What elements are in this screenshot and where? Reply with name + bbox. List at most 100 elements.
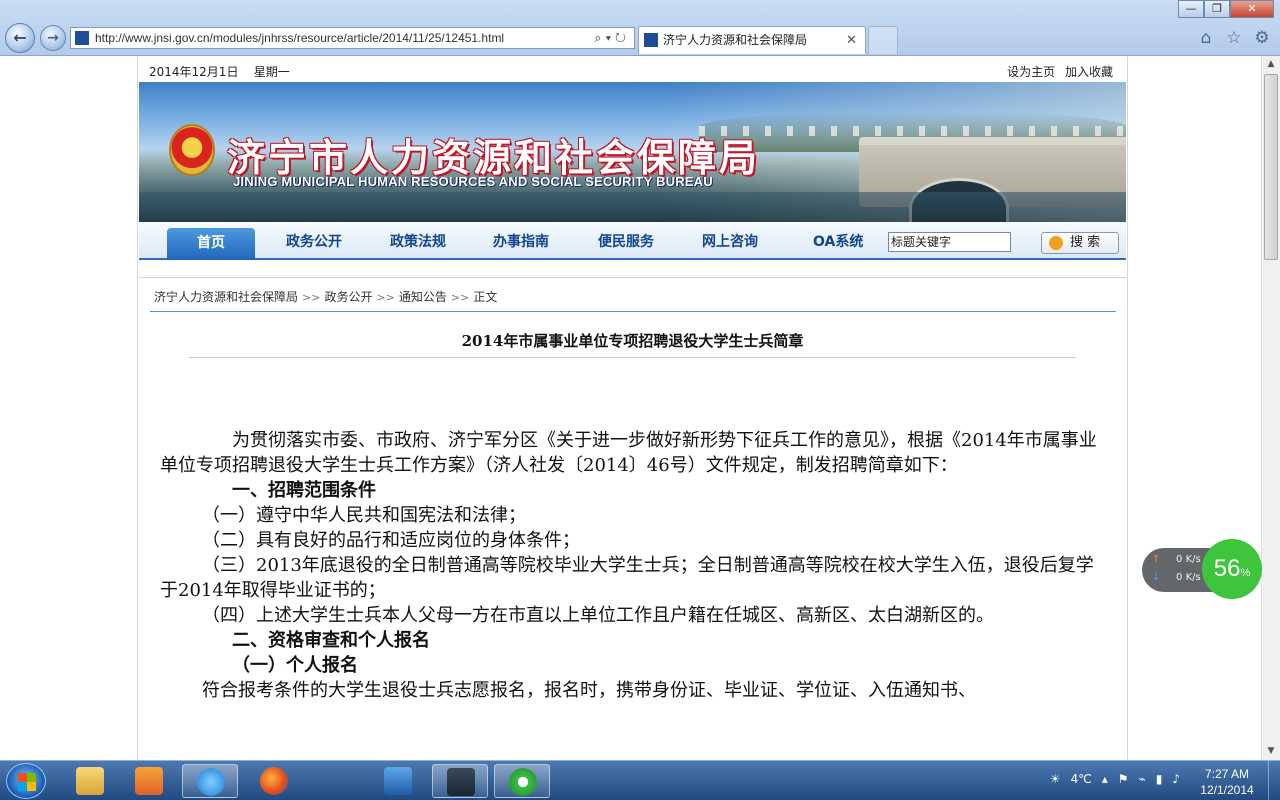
article-paragraph: 符合报考条件的大学生退役士兵志愿报名，报名时，携带身份证、毕业证、学位证、入伍通…	[202, 680, 976, 701]
restore-button[interactable]: ❐	[1204, 0, 1230, 18]
condition-item: （一）遵守中华人民共和国宪法和法律；	[202, 505, 526, 526]
taskbar-search-tool[interactable]	[370, 764, 426, 798]
article-body: 为贯彻落实市委、市政府、济宁军分区《关于进一步做好新形势下征兵工作的意见》，根据…	[160, 428, 1105, 703]
taskbar-media-player[interactable]	[121, 764, 177, 798]
percent-value: 56	[1213, 555, 1241, 582]
condition-item: （二）具有良好的品行和适应岗位的身体条件；	[202, 530, 580, 551]
home-icon[interactable]: ⌂	[1196, 28, 1216, 48]
banner-water	[139, 192, 1126, 222]
volume-icon[interactable]: ♪	[1172, 772, 1180, 786]
nav-services[interactable]: 便民服务	[598, 231, 654, 251]
condition-item: （四）上述大学生士兵本人父母一方在市直以上单位工作且户籍在任城区、高新区、太白湖…	[202, 605, 994, 626]
main-nav: 首页 政务公开 政策法规 办事指南 便民服务 网上咨询 OA系统 标题关键字 搜…	[139, 222, 1126, 260]
scroll-down-icon[interactable]: ▼	[1262, 743, 1280, 760]
set-home-link[interactable]: 设为主页	[1007, 65, 1055, 79]
play-icon	[447, 768, 475, 796]
add-favorite-link[interactable]: 加入收藏	[1065, 65, 1113, 79]
windows-logo-lower-icon	[18, 782, 36, 791]
national-emblem-icon: ★	[169, 124, 215, 176]
memory-percent-badge[interactable]: 56%	[1202, 539, 1262, 599]
search-button-label: 搜 索	[1070, 235, 1101, 250]
breadcrumb-sep: >>	[302, 291, 321, 304]
top-links: 设为主页 加入收藏	[1001, 63, 1113, 80]
site-banner: ★ 济宁市人力资源和社会保障局 JINING MUNICIPAL HUMAN R…	[139, 82, 1126, 222]
show-hidden-icons[interactable]: ▴	[1102, 772, 1108, 786]
breadcrumb-sep: >>	[450, 291, 470, 304]
breadcrumb-gov[interactable]: 政务公开	[324, 290, 372, 304]
subsection-heading: （一）个人报名	[232, 655, 358, 676]
site-container: 2014年12月1日 星期一 设为主页 加入收藏 ★ 济宁市人力资源和社会保障局…	[137, 56, 1128, 760]
close-window-button[interactable]: ✕	[1230, 0, 1274, 18]
address-bar[interactable]: http://www.jnsi.gov.cn/modules/jnhrss/re…	[70, 27, 635, 49]
download-unit: K/s	[1185, 572, 1201, 583]
forward-arrow-icon: →	[47, 30, 59, 46]
upload-unit: K/s	[1185, 554, 1201, 565]
browser-toolbar-icons: ⌂ ☆ ⚙	[1196, 28, 1272, 48]
network-signal-icon[interactable]: ▮	[1156, 772, 1163, 786]
page-viewport: 2014年12月1日 星期一 设为主页 加入收藏 ★ 济宁市人力资源和社会保障局…	[0, 56, 1261, 760]
breadcrumb-sep: >>	[376, 291, 395, 304]
minimize-button[interactable]: —	[1178, 0, 1204, 18]
download-arrow-icon: ↓	[1152, 572, 1161, 583]
vertical-scrollbar[interactable]: ▲ ▼	[1261, 56, 1280, 760]
condition-item: （三）2013年底退役的全日制普通高等院校毕业大学生士兵；全日制普通高等院校在校…	[160, 555, 1094, 601]
breadcrumb-divider	[150, 311, 1116, 312]
folder-icon	[76, 767, 104, 795]
upload-arrow-icon: ↑	[1152, 554, 1161, 565]
power-app-icon	[509, 768, 537, 796]
nav-oa[interactable]: OA系统	[813, 231, 863, 251]
tab-favicon-icon	[644, 33, 658, 47]
nav-guide[interactable]: 办事指南	[493, 231, 549, 251]
taskbar-green-app[interactable]	[494, 764, 550, 798]
breadcrumb: 济宁人力资源和社会保障局 >> 政务公开 >> 通知公告 >> 正文	[154, 288, 497, 305]
breadcrumb-home[interactable]: 济宁人力资源和社会保障局	[154, 290, 298, 304]
scroll-thumb[interactable]	[1264, 74, 1278, 260]
scroll-up-icon[interactable]: ▲	[1262, 56, 1280, 73]
taskbar-internet-explorer[interactable]	[182, 764, 238, 798]
nav-home[interactable]: 首页	[167, 228, 255, 260]
action-center-flag-icon[interactable]: ⚑	[1118, 772, 1129, 786]
clock-date: 12/1/2014	[1200, 783, 1254, 797]
date-display: 2014年12月1日 星期一	[149, 63, 290, 80]
browser-tab[interactable]: 济宁人力资源和社会保障局 ✕	[638, 26, 866, 54]
tab-title: 济宁人力资源和社会保障局	[663, 33, 808, 47]
back-arrow-icon: ←	[13, 28, 27, 47]
article-content: 济宁人力资源和社会保障局 >> 政务公开 >> 通知公告 >> 正文 2014年市属事业单位…	[139, 277, 1126, 760]
weather-temp[interactable]: 4℃	[1071, 772, 1092, 786]
weekday-text: 星期一	[253, 65, 290, 79]
site-subtitle: JINING MUNICIPAL HUMAN RESOURCES AND SOC…	[233, 174, 713, 189]
favorites-star-icon[interactable]: ☆	[1224, 28, 1244, 48]
nav-consult[interactable]: 网上咨询	[702, 231, 758, 251]
upload-value: 0	[1176, 554, 1183, 565]
back-button[interactable]: ←	[5, 23, 35, 53]
power-plug-icon[interactable]: ⌁	[1138, 772, 1145, 786]
nav-policies[interactable]: 政策法规	[390, 231, 446, 251]
taskbar-file-explorer[interactable]	[62, 764, 118, 798]
start-button[interactable]	[6, 763, 46, 799]
top-bar: 2014年12月1日 星期一 设为主页 加入收藏	[138, 56, 1127, 82]
search-button[interactable]: 搜 索	[1041, 232, 1119, 254]
search-input[interactable]: 标题关键字	[888, 232, 1011, 252]
taskbar-firefox[interactable]	[246, 764, 302, 798]
taskbar-video-player[interactable]	[432, 764, 488, 798]
date-text: 2014年12月1日	[149, 65, 239, 79]
settings-gear-icon[interactable]: ⚙	[1252, 28, 1272, 48]
forward-button[interactable]: →	[40, 25, 66, 51]
taskbar-clock[interactable]: 7:27 AM 12/1/2014	[1192, 766, 1262, 798]
article-intro: 为贯彻落实市委、市政府、济宁军分区《关于进一步做好新形势下征兵工作的意见》，根据…	[160, 430, 1097, 476]
taskbar: ☀ 4℃ ▴ ⚑ ⌁ ▮ ♪ 7:27 AM 12/1/2014	[0, 760, 1280, 800]
show-desktop-button[interactable]	[1268, 761, 1280, 800]
address-controls[interactable]: ⌕▾↻	[594, 28, 630, 48]
search-icon	[1049, 236, 1063, 250]
new-tab-button[interactable]	[868, 26, 898, 54]
weather-icon[interactable]: ☀	[1050, 772, 1061, 786]
address-url: http://www.jnsi.gov.cn/modules/jnhrss/re…	[95, 31, 505, 45]
window-controls: — ❐ ✕	[1178, 0, 1274, 18]
tab-close-icon[interactable]: ✕	[846, 27, 857, 53]
breadcrumb-notice[interactable]: 通知公告	[399, 290, 447, 304]
section-heading-1: 一、招聘范围条件	[232, 480, 376, 501]
breadcrumb-current: 正文	[473, 290, 498, 304]
nav-gov-affairs[interactable]: 政务公开	[286, 231, 342, 251]
article-title: 2014年市属事业单位专项招聘退役大学生士兵简章	[461, 332, 804, 350]
clock-time: 7:27 AM	[1204, 767, 1250, 781]
